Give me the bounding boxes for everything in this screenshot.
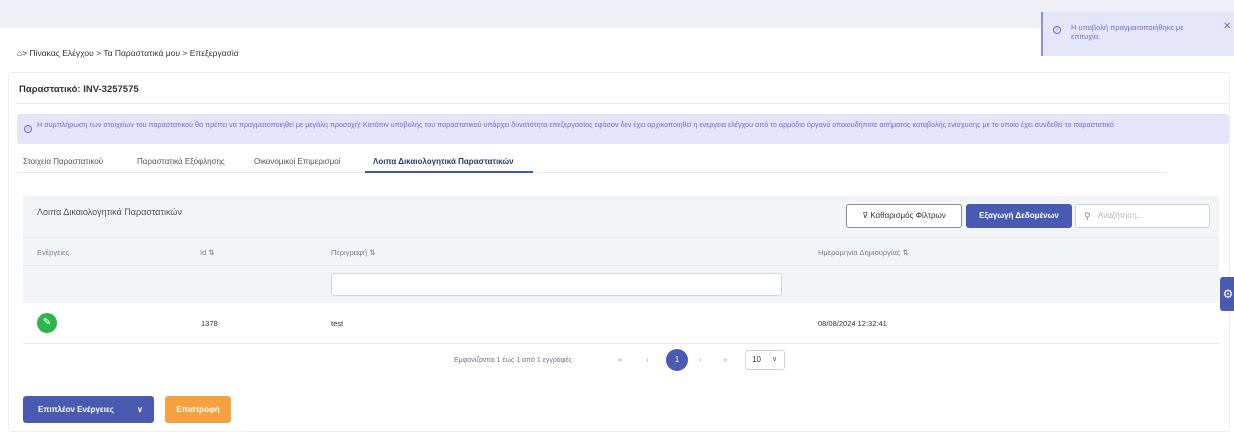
column-header-actions: Ενέργειες — [37, 248, 70, 257]
column-header-created-label: Ημερομηνία Δημιουργίας — [818, 248, 901, 257]
export-data-button[interactable]: Εξαγωγή Δεδομένων — [966, 204, 1072, 228]
gear-icon[interactable]: ⚙ — [1220, 277, 1234, 311]
breadcrumb-item-dashboard[interactable]: Πίνακας Ελέγχου — [29, 48, 93, 58]
tab-bar: Στοιχεία Παραστατικού Παραστατικά Εξόφλη… — [17, 150, 1167, 173]
next-page-button[interactable]: › — [699, 355, 702, 364]
toast-message: Η υποβολή πραγματοποιήθηκε με επιτυχία. — [1071, 23, 1184, 41]
info-message-text: Η συμπλήρωση των στοιχείων του παραστατι… — [37, 120, 1114, 129]
column-header-created[interactable]: Ημερομηνία Δημιουργίας ⇅ — [818, 248, 909, 257]
clear-filters-label: Καθαρισμός Φίλτρων — [870, 211, 946, 220]
breadcrumb-separator: > — [22, 48, 28, 58]
page-1-button[interactable]: 1 — [666, 349, 688, 371]
more-actions-label: Επιπλέον Ενέργειες — [38, 405, 114, 414]
breadcrumb: ⌂> Πίνακας Ελέγχου > Τα Παραστατικά μου … — [17, 48, 239, 58]
more-actions-button[interactable]: Επιπλέον Ενέργειες ∨ — [23, 396, 154, 423]
sort-icon[interactable]: ⇅ — [369, 248, 375, 257]
column-header-description-label: Περιγραφή — [331, 248, 368, 257]
close-icon[interactable]: ✕ — [1223, 21, 1231, 32]
pencil-icon: ✎ — [42, 317, 52, 328]
info-icon: i — [1053, 26, 1061, 34]
column-header-id-label: Id — [200, 248, 207, 257]
pagination: Εμφανίζονται 1 έως 1 από 1 εγγραφές « ‹ … — [23, 344, 1219, 376]
prev-page-button[interactable]: ‹ — [646, 355, 649, 364]
chevron-down-icon: ∨ — [137, 405, 143, 414]
active-tab-indicator — [365, 171, 533, 173]
sort-icon[interactable]: ⇅ — [208, 248, 214, 257]
documents-panel: Λοιπα Δικαιολογητικά Παραστατικών ⊽ Καθα… — [23, 196, 1219, 376]
page-size-select[interactable]: 10 ∨ — [745, 350, 785, 370]
filter-row — [23, 265, 1219, 303]
pagination-info: Εμφανίζονται 1 έως 1 από 1 εγγραφές — [454, 357, 572, 364]
clear-filters-button[interactable]: ⊽ Καθαρισμός Φίλτρων — [846, 204, 962, 228]
chevron-down-icon: ∨ — [772, 356, 778, 363]
breadcrumb-separator: > — [96, 48, 102, 58]
cell-created: 08/08/2024 12:32:41 — [818, 319, 887, 328]
edit-button[interactable]: ✎ — [37, 313, 57, 333]
panel-header: Λοιπα Δικαιολογητικά Παραστατικών ⊽ Καθα… — [23, 196, 1219, 237]
table-header: Ενέργειες Id ⇅ Περιγραφή ⇅ Ημερομηνία Δη… — [23, 237, 1219, 265]
info-message-box: i Η συμπλήρωση των στοιχείων του παραστα… — [17, 114, 1229, 144]
page-title: Παραστατικό: INV-3257575 — [19, 84, 139, 95]
column-header-description[interactable]: Περιγραφή ⇅ — [331, 248, 375, 257]
info-icon: i — [24, 125, 32, 133]
tab-other-documents[interactable]: Λοιπα Δικαιολογητικά Παραστατικών — [373, 157, 514, 166]
page-size-value: 10 — [752, 355, 761, 364]
cell-id: 1378 — [201, 319, 218, 328]
description-filter-input[interactable] — [331, 273, 782, 296]
cell-description: test — [331, 319, 344, 328]
breadcrumb-item-my-invoices[interactable]: Τα Παραστατικά μου — [103, 48, 180, 58]
table-row: ✎ 1378 test 08/08/2024 12:32:41 — [23, 303, 1219, 344]
last-page-button[interactable]: » — [723, 355, 727, 364]
divider — [17, 103, 1229, 104]
column-header-id[interactable]: Id ⇅ — [200, 248, 215, 257]
tab-financial-allocations[interactable]: Οικονομικοί Επιμερισμοί — [254, 157, 340, 166]
search-icon: ⚲ — [1084, 211, 1091, 221]
breadcrumb-separator: > — [182, 48, 188, 58]
search-input[interactable]: ⚲ Αναζήτηση... — [1075, 204, 1210, 228]
filter-icon: ⊽ — [862, 211, 869, 220]
sort-icon[interactable]: ⇅ — [903, 248, 909, 257]
search-placeholder: Αναζήτηση... — [1098, 211, 1144, 220]
back-button[interactable]: Επιστροφή — [165, 396, 231, 423]
tab-payment-documents[interactable]: Παραστατικά Εξόφλησης — [137, 157, 225, 166]
success-toast: i Η υποβολή πραγματοποιήθηκε με επιτυχία… — [1041, 12, 1234, 56]
first-page-button[interactable]: « — [618, 355, 622, 364]
breadcrumb-item-edit: Επεξεργασία — [189, 48, 239, 58]
tab-invoice-details[interactable]: Στοιχεία Παραστατικού — [23, 157, 103, 166]
panel-title: Λοιπα Δικαιολογητικά Παραστατικών — [37, 207, 182, 217]
